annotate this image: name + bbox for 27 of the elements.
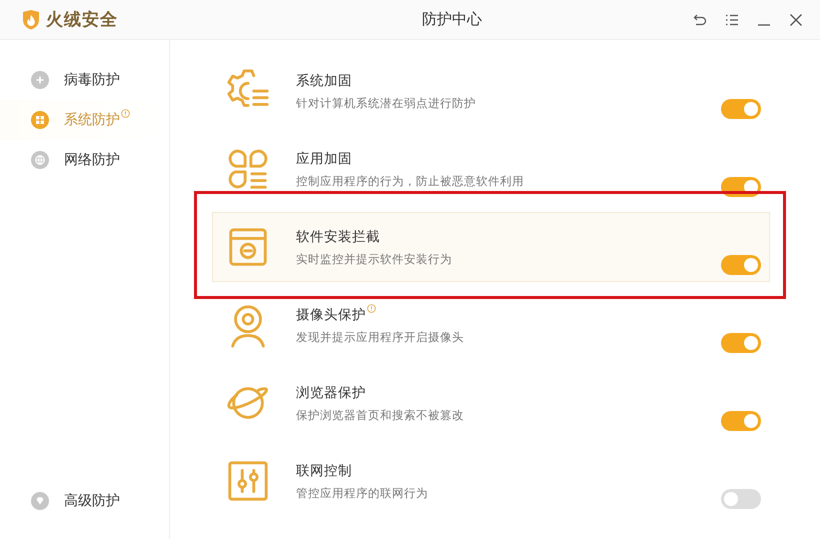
toggle-switch[interactable] bbox=[721, 333, 761, 353]
window-title: 防护中心 bbox=[421, 10, 483, 29]
feature-title: 浏览器保护 bbox=[296, 384, 367, 402]
app-name: 火绒安全 bbox=[46, 9, 118, 31]
undo-icon[interactable] bbox=[692, 12, 708, 28]
toggle-switch[interactable] bbox=[721, 99, 761, 119]
feature-description: 管控应用程序的联网行为 bbox=[296, 486, 429, 500]
feature-description: 针对计算机系统潜在弱点进行防护 bbox=[296, 96, 477, 110]
sidebar-item[interactable]: 高级防护 bbox=[0, 481, 169, 521]
sidebar-item[interactable]: 病毒防护 bbox=[0, 60, 169, 100]
feature-title: 软件安装拦截 bbox=[296, 228, 381, 246]
sidebar-item[interactable]: 网络防护 bbox=[0, 140, 169, 180]
toggle-switch[interactable] bbox=[721, 411, 761, 431]
feature-description: 发现并提示应用程序开启摄像头 bbox=[296, 330, 465, 344]
feature-title: 应用加固 bbox=[296, 150, 353, 168]
toggle-switch[interactable] bbox=[721, 255, 761, 275]
feature-description: 控制应用程序的行为，防止被恶意软件利用 bbox=[296, 174, 525, 188]
feature-description: 保护浏览器首页和搜索不被篡改 bbox=[296, 408, 465, 422]
feature-title: 摄像头保护 bbox=[296, 306, 721, 324]
close-icon[interactable] bbox=[788, 12, 804, 28]
feature-description: 实时监控并提示软件安装行为 bbox=[296, 252, 453, 266]
shield-logo-icon bbox=[22, 9, 40, 30]
feature-title: 系统加固 bbox=[296, 72, 353, 90]
alert-icon bbox=[121, 109, 130, 118]
toggle-switch[interactable] bbox=[721, 489, 761, 509]
alert-icon bbox=[367, 304, 376, 312]
feature-title: 联网控制 bbox=[296, 462, 353, 480]
